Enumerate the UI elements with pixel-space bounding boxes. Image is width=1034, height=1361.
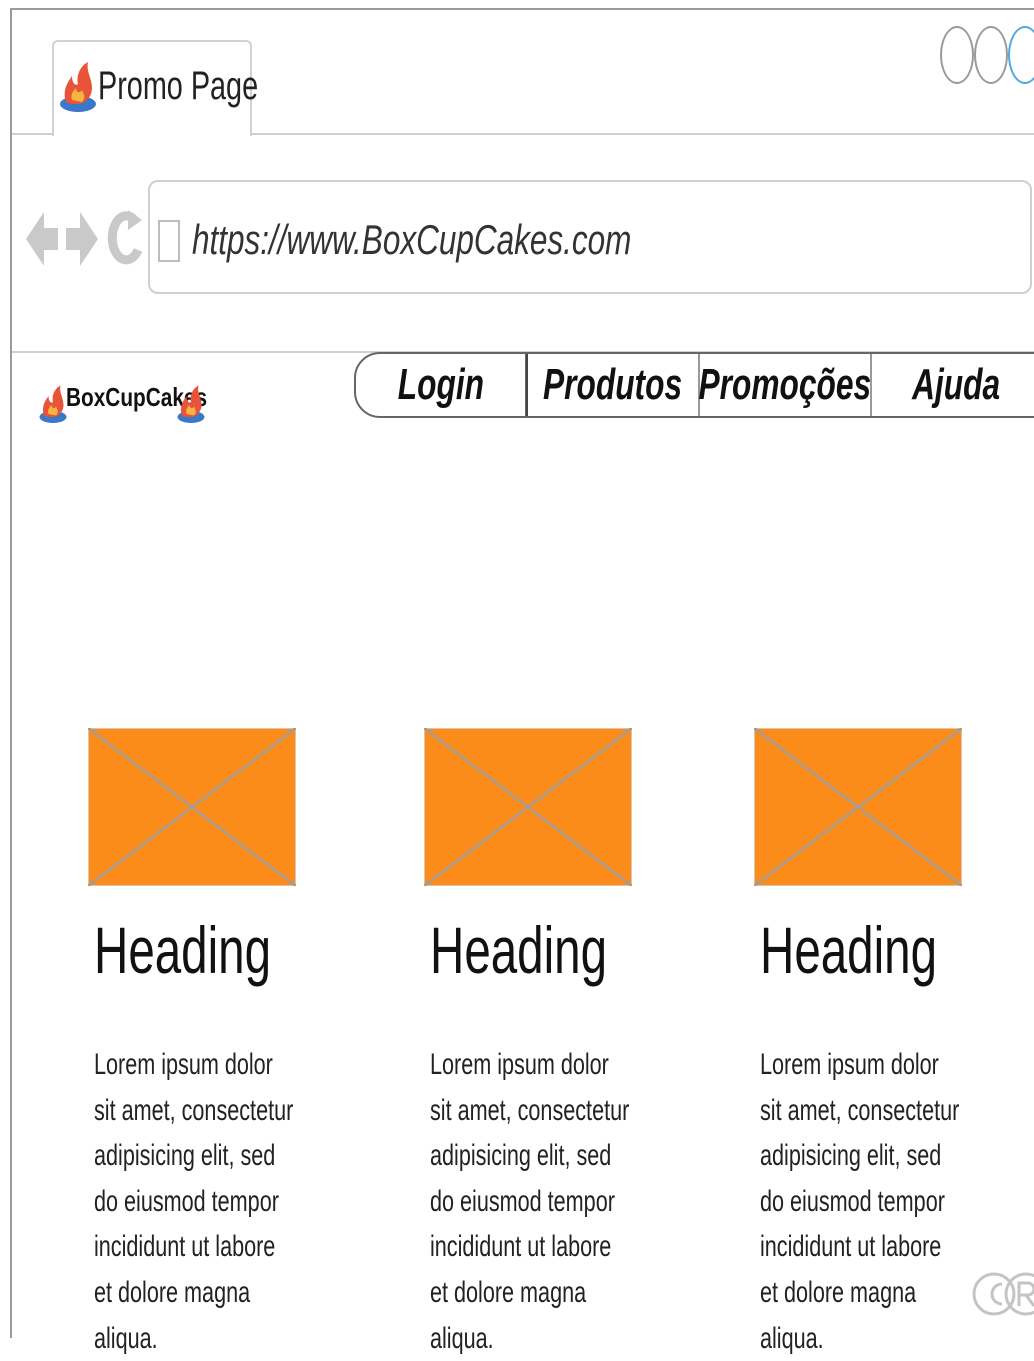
image-placeholder [754, 728, 962, 886]
url-text[interactable]: https://www.BoxCupCakes.com [192, 216, 631, 264]
nav-ajuda[interactable]: Ajuda [872, 354, 1034, 416]
main-nav: Login Produtos Promoções Ajuda [354, 352, 1034, 418]
flame-logo-icon [39, 385, 67, 423]
copyright-registered-icon [972, 1272, 1034, 1316]
window-control-button[interactable] [940, 26, 974, 84]
browser-tab[interactable]: Promo Page [52, 40, 258, 136]
window-control-button[interactable] [974, 26, 1008, 84]
nav-login-label: Login [397, 360, 485, 409]
forward-arrow-icon[interactable] [64, 204, 100, 274]
window-control-button[interactable] [1008, 26, 1034, 84]
flame-logo-icon [60, 62, 96, 112]
image-placeholder [88, 728, 296, 886]
promo-heading: Heading [760, 913, 938, 987]
tab-divider-gap [54, 131, 250, 137]
site-brand[interactable]: BoxCupCakes [38, 368, 218, 434]
image-placeholder [424, 728, 632, 886]
nav-produtos-label: Produtos [543, 360, 683, 409]
page-icon [158, 220, 180, 262]
promo-text: Lorem ipsum dolor sit amet, consectetur … [430, 1048, 630, 1355]
nav-promocoes[interactable]: Promoções [698, 354, 872, 416]
promo-heading: Heading [430, 913, 608, 987]
promo-text: Lorem ipsum dolor sit amet, consectetur … [94, 1048, 294, 1355]
nav-promocoes-label: Promoções [698, 360, 872, 409]
nav-ajuda-label: Ajuda [911, 360, 1000, 409]
back-arrow-icon[interactable] [24, 204, 60, 274]
address-bar[interactable]: https://www.BoxCupCakes.com [148, 180, 1032, 294]
flame-logo-icon [177, 385, 205, 423]
promo-text: Lorem ipsum dolor sit amet, consectetur … [760, 1048, 960, 1355]
tab-title: Promo Page [98, 64, 259, 108]
promo-heading: Heading [94, 913, 272, 987]
nav-login[interactable]: Login [356, 354, 528, 416]
reload-icon[interactable] [106, 204, 142, 274]
nav-produtos[interactable]: Produtos [528, 354, 700, 416]
